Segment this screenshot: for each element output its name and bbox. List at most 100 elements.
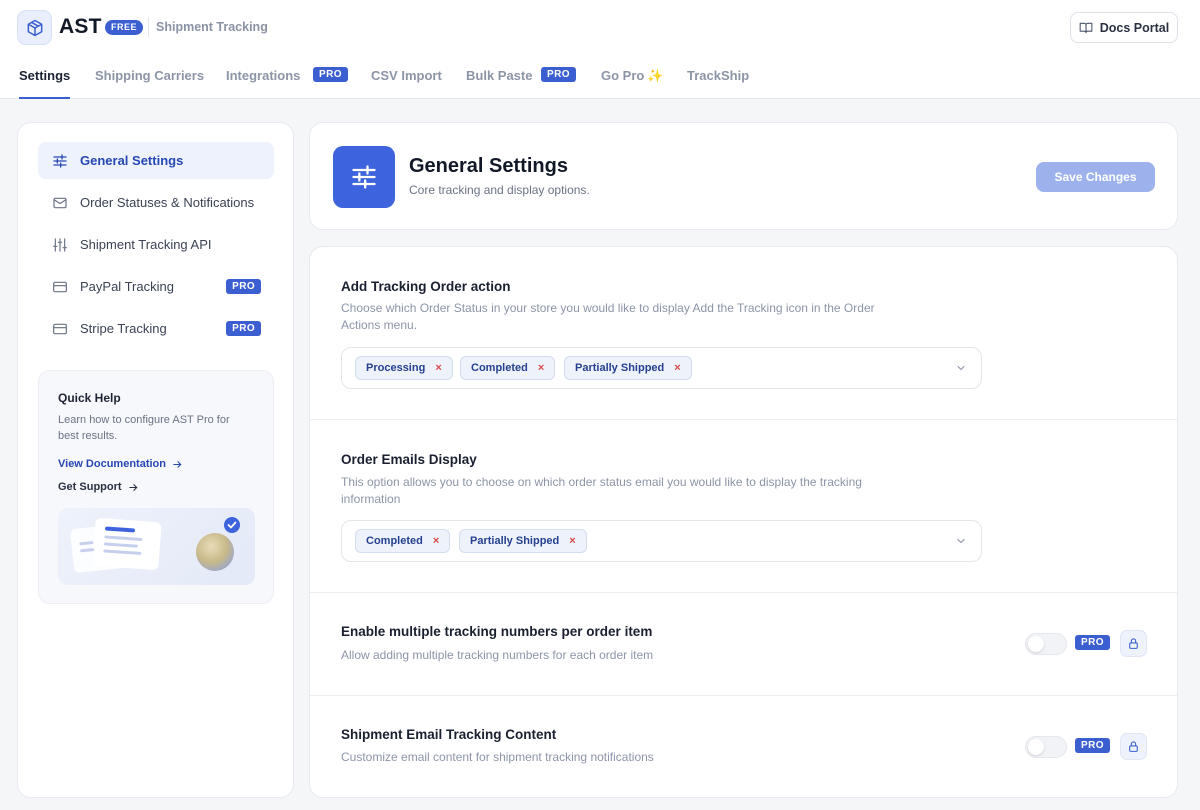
tab-csv-import[interactable]: CSV Import (371, 56, 442, 99)
sidebar-item-paypal-tracking[interactable]: PayPal Tracking PRO (38, 268, 274, 305)
view-documentation-link[interactable]: View Documentation (58, 458, 183, 470)
book-icon (1079, 22, 1093, 33)
status-chip: Processing × (355, 356, 453, 380)
tab-label: TrackShip (687, 68, 750, 83)
brand-subtitle: Shipment Tracking (156, 20, 268, 34)
tab-label: CSV Import (371, 68, 442, 83)
tab-bulk-paste[interactable]: Bulk Paste (466, 56, 532, 99)
order-status-multiselect[interactable]: Processing × Completed × Partially Shipped… (341, 347, 982, 389)
sidebar-item-shipment-tracking-api[interactable]: Shipment Tracking API (38, 226, 274, 263)
setting-description: This option allows you to choose on whic… (341, 475, 862, 506)
chip-label: Partially Shipped (470, 535, 560, 547)
sidebar-item-label: Order Statuses & Notifications (80, 195, 255, 210)
pro-badge: PRO (226, 321, 261, 336)
lock-button[interactable] (1120, 733, 1147, 760)
tab-label: Settings (19, 68, 71, 83)
lock-button[interactable] (1120, 630, 1147, 657)
sidebar-item-label: Shipment Tracking API (80, 237, 212, 252)
save-changes-button[interactable]: Save Changes (1036, 162, 1155, 192)
sidebar-item-stripe-tracking[interactable]: Stripe Tracking PRO (38, 310, 274, 347)
view-documentation-label: View Documentation (58, 458, 166, 470)
setting-description: Allow adding multiple tracking numbers f… (341, 648, 654, 662)
tab-go-pro[interactable]: Go Pro ✨ (601, 56, 664, 99)
setting-description: Customize email content for shipment tra… (341, 750, 654, 764)
remove-icon[interactable]: × (569, 535, 575, 547)
docs-portal-button[interactable]: Docs Portal (1070, 12, 1178, 43)
status-chip: Partially Shipped × (459, 529, 587, 553)
sidebar-item-label: Stripe Tracking (80, 321, 167, 336)
setting-title: Enable multiple tracking numbers per ord… (341, 624, 653, 639)
tab-label: Go Pro (601, 68, 645, 83)
pro-badge: PRO (1075, 635, 1110, 650)
chip-label: Completed (366, 535, 423, 547)
sidebar: General Settings Order Statuses & Notifi… (17, 122, 294, 798)
brand-name: AST (59, 15, 102, 38)
chevron-down-icon[interactable] (955, 535, 967, 547)
docs-portal-label: Docs Portal (1099, 20, 1170, 35)
tab-label: Bulk Paste (466, 68, 533, 83)
sidebar-item-general-settings[interactable]: General Settings (38, 142, 274, 179)
chip-label: Completed (471, 362, 528, 374)
chevron-down-icon[interactable] (955, 362, 967, 374)
setting-title: Shipment Email Tracking Content (341, 727, 557, 742)
setting-add-tracking-action: Add Tracking Order action Choose which O… (310, 247, 1177, 420)
order-email-multiselect[interactable]: Completed × Partially Shipped × (341, 520, 982, 562)
quick-help-card: Quick Help Learn how to configure AST Pr… (38, 370, 274, 604)
pro-badge: PRO (1075, 738, 1110, 753)
quick-help-title: Quick Help (58, 391, 121, 405)
sliders-icon (333, 146, 395, 208)
setting-description: Choose which Order Status in your store … (341, 301, 875, 332)
tab-shipping-carriers[interactable]: Shipping Carriers (95, 56, 204, 99)
sparkle-icon: ✨ (647, 68, 664, 83)
get-support-label: Get Support (58, 481, 122, 493)
sidebar-item-label: General Settings (80, 153, 184, 168)
status-chip: Partially Shipped × (564, 356, 692, 380)
setting-title: Order Emails Display (341, 452, 477, 467)
setting-order-emails-display: Order Emails Display This option allows … (310, 420, 1177, 593)
status-chip: Completed × (460, 356, 556, 380)
setting-multiple-tracking-numbers: Enable multiple tracking numbers per ord… (310, 593, 1177, 696)
lock-icon (1129, 638, 1138, 649)
remove-icon[interactable]: × (435, 362, 441, 374)
status-chip: Completed × (355, 529, 451, 553)
setting-title: Add Tracking Order action (341, 279, 511, 294)
arrow-right-icon (128, 483, 137, 491)
logo (17, 10, 52, 45)
remove-icon[interactable]: × (674, 362, 680, 374)
chip-label: Processing (366, 362, 426, 374)
page-title: General Settings (409, 155, 568, 177)
mail-icon (51, 194, 69, 212)
top-header: AST FREE Shipment Tracking Docs Portal S… (0, 0, 1200, 99)
pro-badge: PRO (541, 67, 576, 82)
help-illustration (58, 508, 255, 585)
tab-label: Shipping Carriers (95, 68, 205, 83)
multiple-tracking-toggle[interactable] (1025, 633, 1067, 655)
package-icon (27, 19, 42, 36)
settings-header-card: General Settings Core tracking and displ… (309, 122, 1178, 230)
tab-trackship[interactable]: TrackShip (687, 56, 749, 99)
quick-help-description: Learn how to configure AST Pro for best … (58, 414, 230, 442)
setting-shipment-email-content: Shipment Email Tracking Content Customiz… (310, 696, 1177, 797)
free-badge: FREE (105, 20, 144, 35)
brand-divider (148, 17, 149, 37)
pro-badge: PRO (226, 279, 261, 294)
pro-badge: PRO (313, 67, 348, 82)
sliders-icon (51, 152, 69, 170)
tab-integrations[interactable]: Integrations (226, 56, 300, 99)
page-subtitle: Core tracking and display options. (409, 183, 590, 197)
arrow-right-icon (173, 460, 182, 468)
remove-icon[interactable]: × (538, 362, 544, 374)
settings-card: Add Tracking Order action Choose which O… (309, 246, 1178, 798)
card-icon (51, 320, 69, 338)
card-icon (51, 278, 69, 296)
sidebar-item-label: PayPal Tracking (80, 279, 174, 294)
tab-settings[interactable]: Settings (19, 56, 71, 99)
sidebar-item-order-statuses[interactable]: Order Statuses & Notifications (38, 184, 274, 221)
tab-label: Integrations (226, 68, 301, 83)
get-support-link[interactable]: Get Support (58, 481, 139, 493)
equalizer-icon (51, 236, 69, 254)
chip-label: Partially Shipped (575, 362, 665, 374)
email-content-toggle[interactable] (1025, 736, 1067, 758)
lock-icon (1129, 741, 1138, 752)
remove-icon[interactable]: × (433, 535, 439, 547)
